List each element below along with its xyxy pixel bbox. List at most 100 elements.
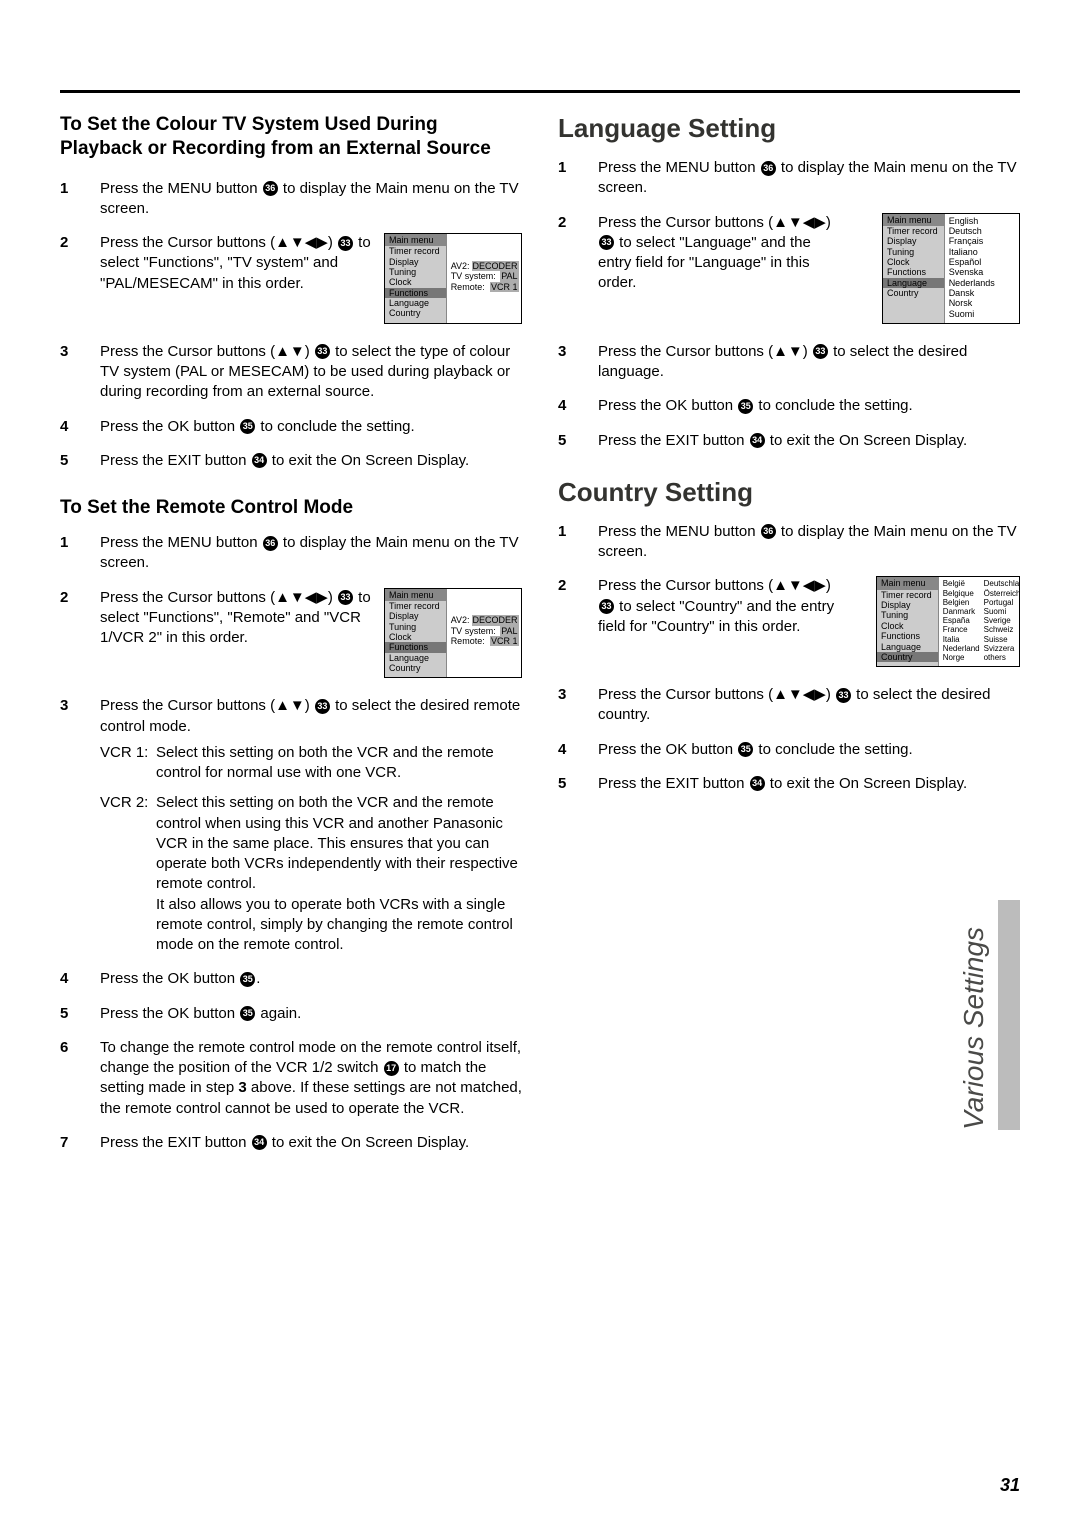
button-ref-icon: 35	[240, 419, 255, 434]
step-text: Press the OK button	[598, 397, 737, 414]
button-ref-icon: 35	[738, 742, 753, 757]
step: Main menu Timer recordDisplayTuningClock…	[60, 588, 522, 683]
button-ref-icon: 36	[761, 161, 776, 176]
remote-steps: Press the MENU button 36 to display the …	[60, 533, 522, 1153]
side-tab-bar	[998, 900, 1020, 1130]
osd-menu-item: Timer record	[883, 226, 944, 236]
step-text: Press the OK button	[100, 1005, 239, 1022]
step: Press the Cursor buttons (▲▼◀▶) 33 to se…	[558, 685, 1020, 726]
button-ref-icon: 33	[315, 699, 330, 714]
side-tab: Various Settings	[958, 900, 1020, 1130]
step-text: to exit the On Screen Display.	[268, 452, 469, 469]
step: Press the OK button 35 to conclude the s…	[558, 740, 1020, 760]
osd-menu-item: Tuning	[385, 622, 446, 632]
osd-menu-item: Display	[877, 600, 938, 610]
osd-menu-items: Timer recordDisplayTuningClockFunctionsL…	[385, 246, 446, 322]
step-text: Press the MENU button	[598, 523, 760, 540]
step-text: to conclude the setting.	[754, 397, 912, 414]
step: To change the remote control mode on the…	[60, 1038, 522, 1119]
step-text: to conclude the setting.	[256, 418, 414, 435]
osd-country-item: België	[943, 579, 980, 588]
step: Main menu Timer recordDisplayTuningClock…	[558, 576, 1020, 671]
osd-country-item: Sverige	[984, 616, 1020, 625]
step: Press the Cursor buttons (▲▼) 33 to sele…	[558, 342, 1020, 383]
osd-menu-item: Functions	[385, 288, 446, 298]
osd-setting-row: AV2:DECODER	[451, 261, 519, 271]
osd-title: Main menu	[385, 589, 446, 601]
button-ref-icon: 36	[263, 536, 278, 551]
osd-menu-item: Country	[877, 652, 938, 662]
osd-title: Main menu	[385, 234, 446, 246]
step-text: Press the EXIT button	[100, 1134, 251, 1151]
language-steps: Press the MENU button 36 to display the …	[558, 158, 1020, 451]
osd-country-item: Belgique	[943, 589, 980, 598]
osd-menu-item: Language	[877, 642, 938, 652]
vcr2-label: VCR 2:	[100, 793, 150, 955]
osd-country-item: Svizzera	[984, 644, 1020, 653]
side-tab-label: Various Settings	[958, 927, 990, 1130]
osd-menu-item: Functions	[877, 631, 938, 641]
colour-tv-steps: Press the MENU button 36 to display the …	[60, 179, 522, 472]
osd-menu-item: Country	[385, 308, 446, 318]
osd-country-item: Nederland	[943, 644, 980, 653]
osd-menu-item: Language	[385, 653, 446, 663]
step-text: Press the OK button	[598, 741, 737, 758]
osd-title: Main menu	[877, 577, 938, 589]
osd-menu-item: Display	[385, 257, 446, 267]
step-text: to exit the On Screen Display.	[766, 775, 967, 792]
osd-menu-item: Functions	[883, 267, 944, 277]
osd-country-item: Österreich	[984, 589, 1020, 598]
step-text: Press the EXIT button	[100, 452, 251, 469]
step-text: Press the Cursor buttons (▲▼◀▶)	[100, 234, 337, 251]
osd-menu-item: Country	[385, 663, 446, 673]
osd-menu-item: Tuning	[883, 247, 944, 257]
step: Press the MENU button 36 to display the …	[60, 533, 522, 574]
osd-country-item: Portugal	[984, 598, 1020, 607]
button-ref-icon: 35	[240, 1006, 255, 1021]
button-ref-icon: 34	[252, 453, 267, 468]
step-text: Press the OK button	[100, 418, 239, 435]
osd-setting-row: Remote:VCR 1	[451, 282, 519, 292]
osd-country-item: España	[943, 616, 980, 625]
step-text: Press the EXIT button	[598, 775, 749, 792]
button-ref-icon: 33	[338, 236, 353, 251]
button-ref-icon: 33	[315, 344, 330, 359]
osd-country-item: Italia	[943, 635, 980, 644]
osd-language-item: Deutsch	[949, 226, 1015, 236]
step: Press the OK button 35 again.	[60, 1004, 522, 1024]
step-text: Press the OK button	[100, 970, 239, 987]
right-column: Language Setting Press the MENU button 3…	[558, 113, 1020, 1167]
button-ref-icon: 34	[252, 1135, 267, 1150]
button-ref-icon: 36	[761, 524, 776, 539]
step-text: Press the Cursor buttons (▲▼)	[100, 343, 314, 360]
osd-menu-item: Display	[385, 611, 446, 621]
osd-menu-items: Timer recordDisplayTuningClockFunctionsL…	[883, 226, 944, 302]
step-text: Press the Cursor buttons (▲▼◀▶)	[598, 577, 831, 594]
button-ref-icon: 33	[836, 688, 851, 703]
vcr-definitions: VCR 1: Select this setting on both the V…	[100, 743, 522, 956]
osd-menu-item: Country	[883, 288, 944, 298]
step: Main menu Timer recordDisplayTuningClock…	[558, 213, 1020, 328]
step: Press the OK button 35 to conclude the s…	[60, 417, 522, 437]
osd-language-item: Svenska	[949, 267, 1015, 277]
osd-language-item: Italiano	[949, 247, 1015, 257]
step-text: Press the Cursor buttons (▲▼◀▶)	[100, 589, 337, 606]
osd-language-item: Français	[949, 236, 1015, 246]
remote-title: To Set the Remote Control Mode	[60, 497, 522, 519]
osd-menu-item: Timer record	[385, 246, 446, 256]
step-text: to exit the On Screen Display.	[268, 1134, 469, 1151]
osd-language-menu: Main menu Timer recordDisplayTuningClock…	[882, 213, 1020, 324]
step-text: again.	[256, 1005, 301, 1022]
page-number: 31	[1000, 1475, 1020, 1496]
step-text: Press the MENU button	[598, 159, 760, 176]
step-text: to exit the On Screen Display.	[766, 432, 967, 449]
step: Press the MENU button 36 to display the …	[558, 158, 1020, 199]
button-ref-icon: 35	[738, 399, 753, 414]
osd-menu-item: Display	[883, 236, 944, 246]
top-rule	[60, 90, 1020, 93]
step-text: to conclude the setting.	[754, 741, 912, 758]
osd-country-item: France	[943, 625, 980, 634]
osd-menu-item: Functions	[385, 642, 446, 652]
left-column: To Set the Colour TV System Used During …	[60, 113, 522, 1167]
osd-country-item: Schweiz	[984, 625, 1020, 634]
